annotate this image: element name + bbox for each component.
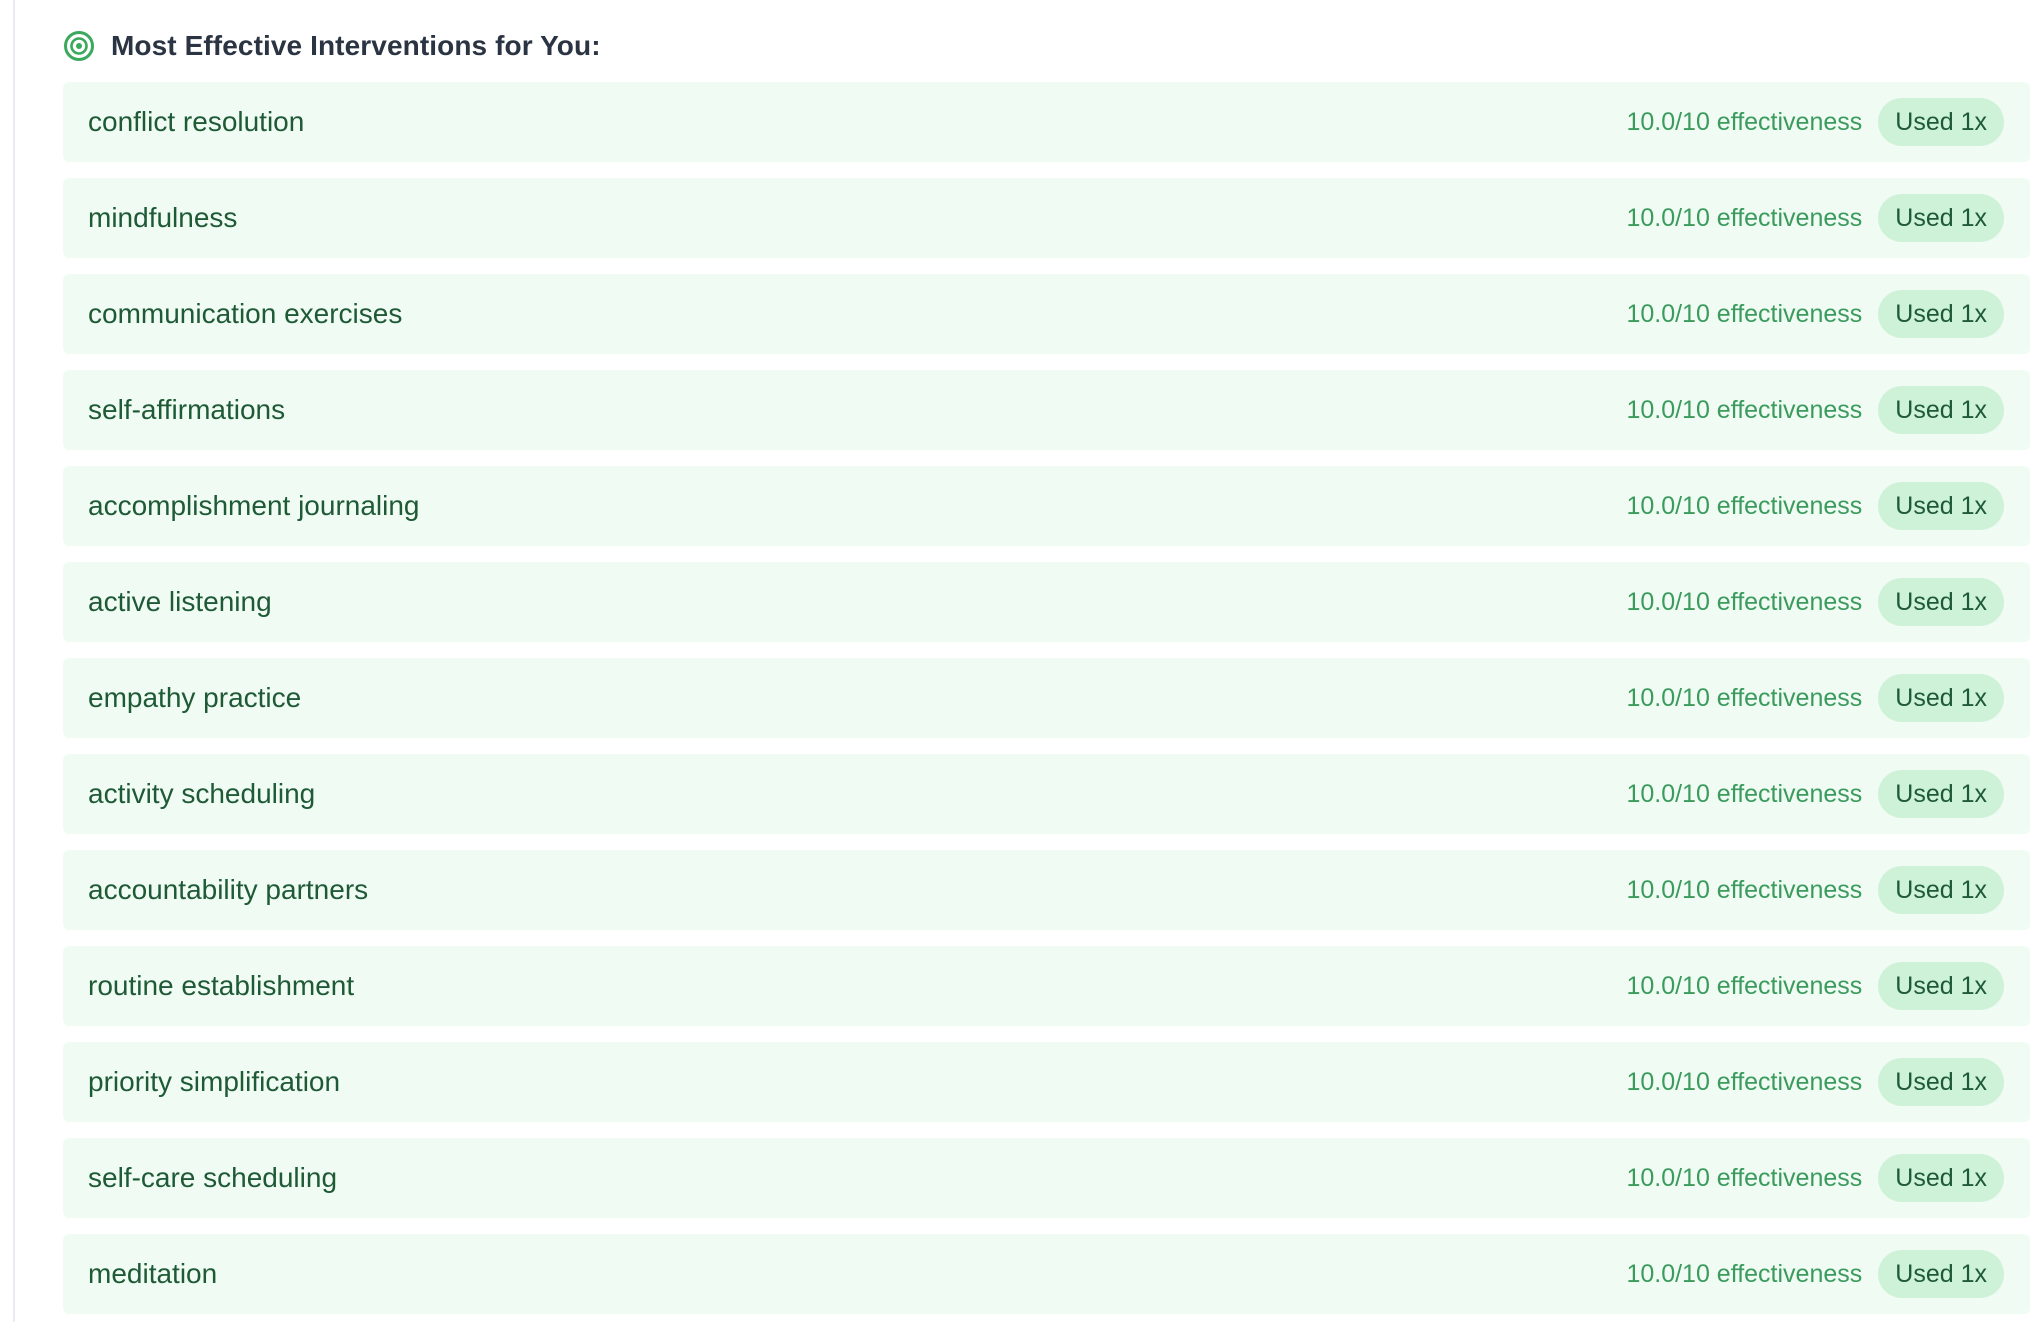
intervention-row[interactable]: empathy practice 10.0/10 effectiveness U…	[63, 658, 2030, 738]
intervention-name: activity scheduling	[88, 778, 316, 809]
left-divider	[13, 0, 15, 1322]
effectiveness-score: 10.0/10 effectiveness	[1626, 1163, 1863, 1192]
effectiveness-score: 10.0/10 effectiveness	[1626, 779, 1863, 808]
intervention-row[interactable]: routine establishment 10.0/10 effectiven…	[63, 946, 2030, 1026]
usage-badge: Used 1x	[1878, 386, 2004, 434]
usage-badge: Used 1x	[1878, 1250, 2004, 1298]
intervention-name: communication exercises	[88, 298, 403, 329]
effectiveness-score: 10.0/10 effectiveness	[1626, 395, 1863, 424]
intervention-name: self-care scheduling	[88, 1162, 338, 1193]
intervention-name: conflict resolution	[88, 106, 305, 137]
intervention-name: routine establishment	[88, 970, 355, 1001]
usage-badge: Used 1x	[1878, 578, 2004, 626]
usage-badge: Used 1x	[1878, 866, 2004, 914]
intervention-row[interactable]: conflict resolution 10.0/10 effectivenes…	[63, 82, 2030, 162]
usage-badge: Used 1x	[1878, 1154, 2004, 1202]
usage-badge: Used 1x	[1878, 290, 2004, 338]
usage-badge: Used 1x	[1878, 962, 2004, 1010]
effectiveness-score: 10.0/10 effectiveness	[1626, 107, 1863, 136]
effectiveness-score: 10.0/10 effectiveness	[1626, 971, 1863, 1000]
effectiveness-score: 10.0/10 effectiveness	[1626, 299, 1863, 328]
usage-badge: Used 1x	[1878, 194, 2004, 242]
section-header: Most Effective Interventions for You:	[63, 28, 601, 64]
effectiveness-score: 10.0/10 effectiveness	[1626, 203, 1863, 232]
intervention-name: mindfulness	[88, 202, 238, 233]
effectiveness-score: 10.0/10 effectiveness	[1626, 587, 1863, 616]
target-icon	[63, 30, 95, 62]
intervention-name: meditation	[88, 1258, 218, 1289]
usage-badge: Used 1x	[1878, 482, 2004, 530]
usage-badge: Used 1x	[1878, 1058, 2004, 1106]
usage-badge: Used 1x	[1878, 770, 2004, 818]
intervention-name: accountability partners	[88, 874, 369, 905]
effectiveness-score: 10.0/10 effectiveness	[1626, 1067, 1863, 1096]
intervention-row[interactable]: self-affirmations 10.0/10 effectiveness …	[63, 370, 2030, 450]
effectiveness-score: 10.0/10 effectiveness	[1626, 683, 1863, 712]
intervention-row[interactable]: self-care scheduling 10.0/10 effectivene…	[63, 1138, 2030, 1218]
effectiveness-score: 10.0/10 effectiveness	[1626, 1259, 1863, 1288]
section-title: Most Effective Interventions for You:	[111, 30, 601, 61]
intervention-name: self-affirmations	[88, 394, 286, 425]
intervention-row[interactable]: activity scheduling 10.0/10 effectivenes…	[63, 754, 2030, 834]
intervention-name: accomplishment journaling	[88, 490, 420, 521]
effectiveness-score: 10.0/10 effectiveness	[1626, 875, 1863, 904]
intervention-row[interactable]: meditation 10.0/10 effectiveness Used 1x	[63, 1234, 2030, 1314]
intervention-name: active listening	[88, 586, 272, 617]
intervention-row[interactable]: accomplishment journaling 10.0/10 effect…	[63, 466, 2030, 546]
intervention-row[interactable]: mindfulness 10.0/10 effectiveness Used 1…	[63, 178, 2030, 258]
usage-badge: Used 1x	[1878, 674, 2004, 722]
intervention-row[interactable]: priority simplification 10.0/10 effectiv…	[63, 1042, 2030, 1122]
intervention-row[interactable]: active listening 10.0/10 effectiveness U…	[63, 562, 2030, 642]
intervention-name: empathy practice	[88, 682, 302, 713]
interventions-list: conflict resolution 10.0/10 effectivenes…	[63, 82, 2030, 1330]
interventions-panel: Most Effective Interventions for You: co…	[63, 0, 2030, 1322]
intervention-row[interactable]: accountability partners 10.0/10 effectiv…	[63, 850, 2030, 930]
intervention-name: priority simplification	[88, 1066, 341, 1097]
effectiveness-score: 10.0/10 effectiveness	[1626, 491, 1863, 520]
usage-badge: Used 1x	[1878, 98, 2004, 146]
intervention-row[interactable]: communication exercises 10.0/10 effectiv…	[63, 274, 2030, 354]
